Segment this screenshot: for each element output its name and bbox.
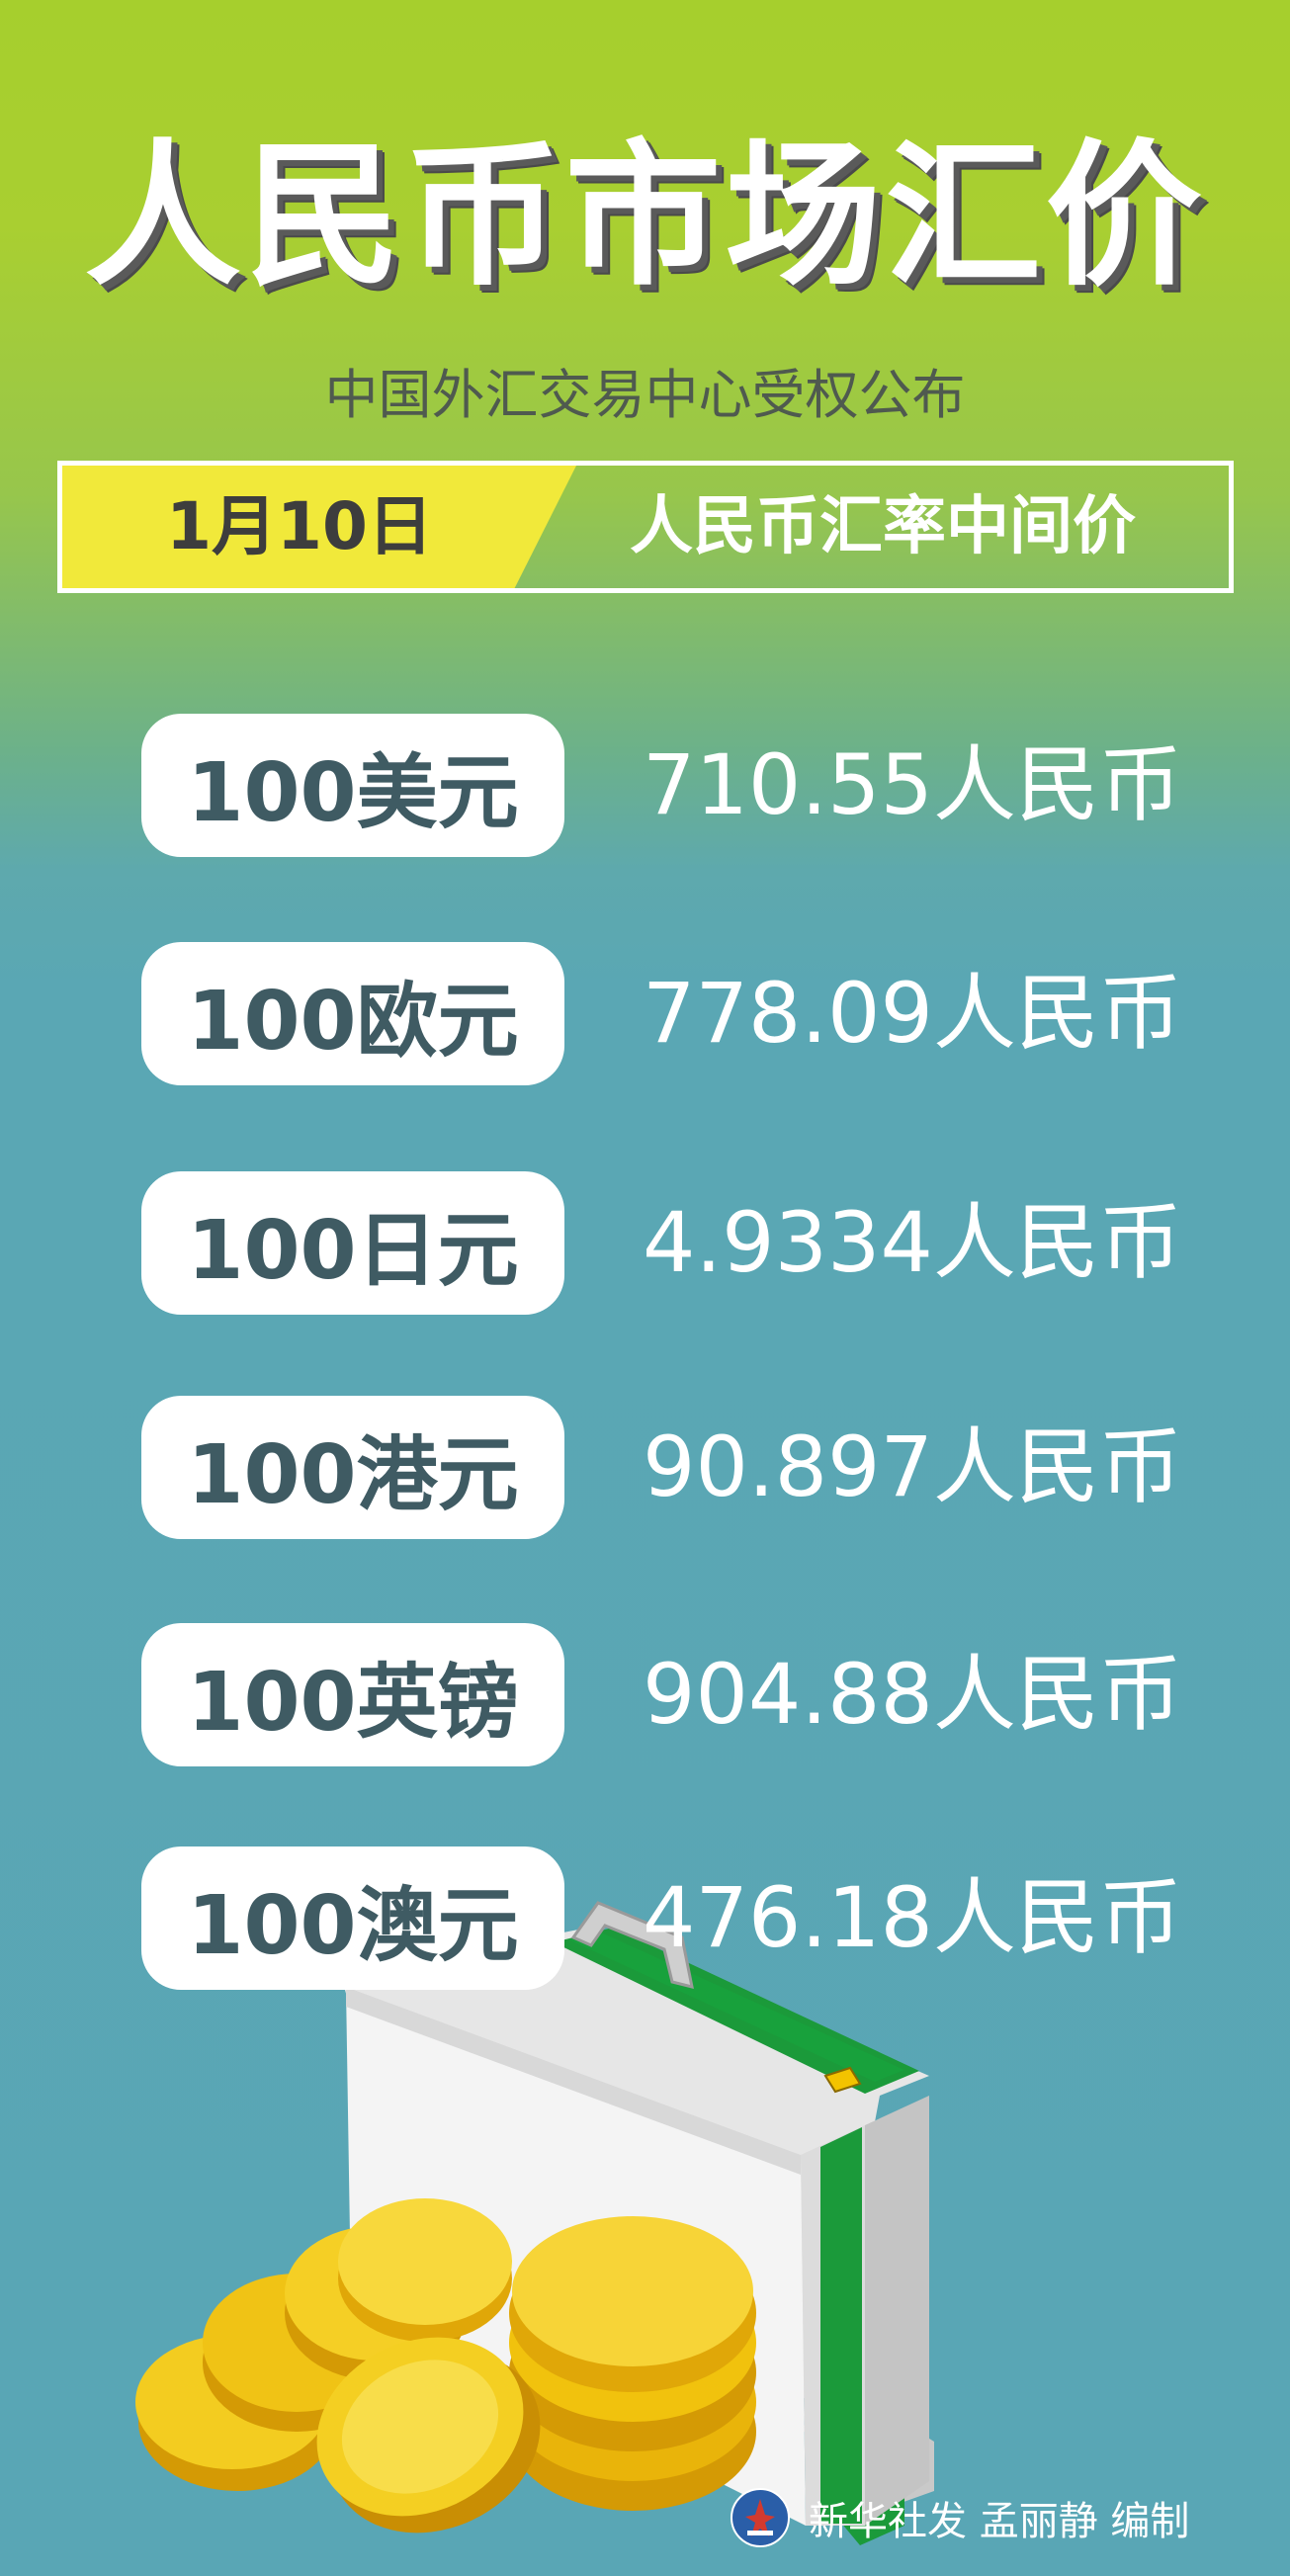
money-illustration xyxy=(135,1901,934,2545)
gold-coins-icon xyxy=(135,2198,756,2533)
credit-text: 新华社发 孟丽静 编制 xyxy=(809,2499,1190,2544)
xinhua-logo-icon xyxy=(731,2488,790,2547)
credit-footer: 新华社发 孟丽静 编制 xyxy=(730,2483,1189,2552)
